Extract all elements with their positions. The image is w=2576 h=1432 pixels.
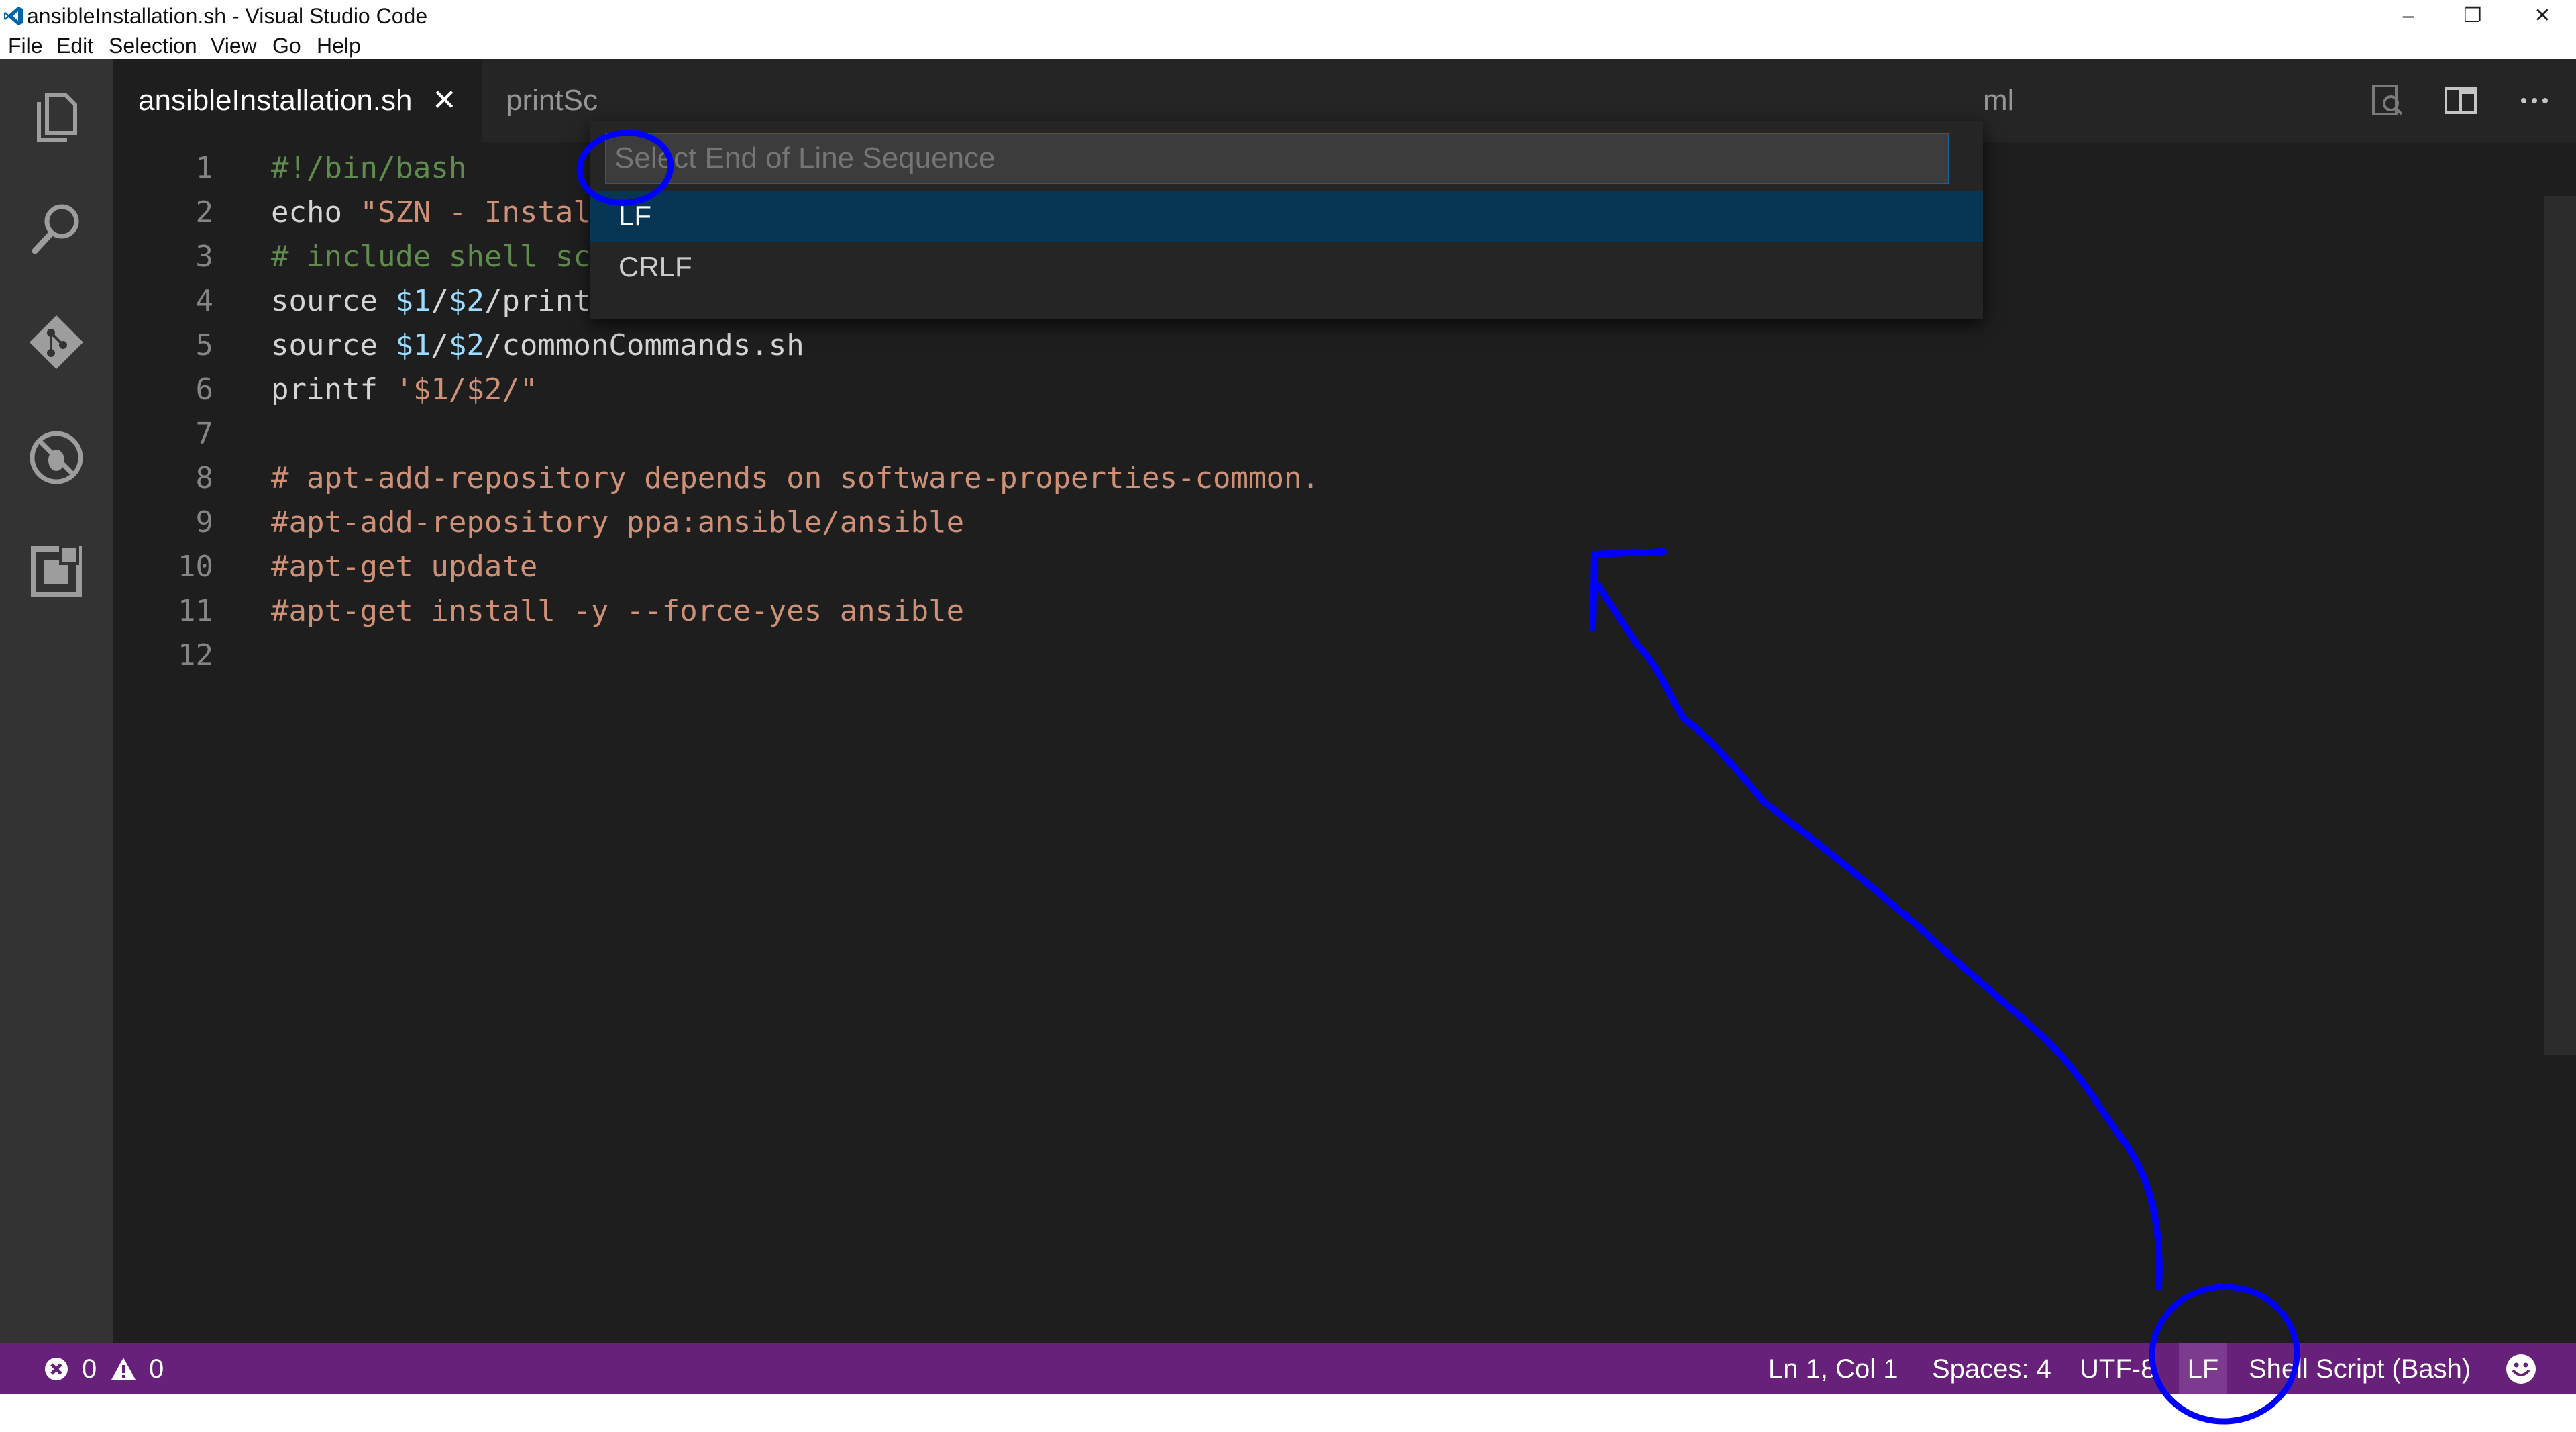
menu-go[interactable]: Go [272, 32, 301, 59]
line-number: 4 [195, 284, 214, 318]
code-line: # include shell sc [271, 235, 591, 279]
line-number: 12 [178, 638, 213, 672]
menu-help[interactable]: Help [317, 32, 361, 59]
bottom-strip [0, 1394, 2576, 1432]
code-line: source $1/$2/commonCommands.sh [271, 323, 804, 368]
window-title: ansibleInstallation.sh - Visual Studio C… [27, 4, 428, 28]
code-token: '$1/$2/" [395, 372, 538, 407]
line-number: 2 [195, 195, 214, 229]
files-icon[interactable] [24, 82, 89, 146]
line-number: 11 [178, 594, 213, 628]
code-token: $1 [395, 328, 431, 362]
code-editor[interactable]: 1 2 3 4 5 6 7 8 9 10 11 12 #!/bin/bash echo "SZN - I… [113, 142, 2576, 1343]
code-line: #apt-get update [271, 545, 537, 589]
code-token: $2 [448, 328, 484, 362]
code-token: #apt-get install -y --force-yes ansible [271, 594, 965, 628]
open-changes-icon[interactable] [2367, 81, 2407, 121]
code-token: echo [271, 195, 360, 229]
tab-label: printSc [506, 84, 598, 117]
line-number: 8 [195, 461, 214, 495]
code-line: #!/bin/bash [271, 146, 466, 191]
title-bar: ansibleInstallation.sh - Visual Studio C… [0, 0, 2576, 32]
tab-yml[interactable]: ml [1983, 59, 2191, 142]
warning-icon [111, 1358, 136, 1380]
vscode-logo-icon [4, 7, 23, 25]
code-token: #!/bin/bash [271, 151, 467, 185]
quick-pick-input[interactable] [605, 133, 1949, 184]
quick-pick-item-label: LF [619, 200, 652, 232]
language-mode[interactable]: Shell Script (Bash) [2249, 1343, 2471, 1394]
more-actions-icon[interactable] [2514, 81, 2555, 121]
restore-button[interactable]: ❐ [2439, 0, 2506, 32]
close-window-button[interactable]: ✕ [2509, 0, 2576, 32]
quick-pick-item-lf[interactable]: LF [590, 191, 1983, 242]
code-token: #apt-add-repository ppa:ansible/ansible [271, 505, 965, 540]
code-token: #apt-get update [271, 550, 538, 584]
error-count: 0 [82, 1354, 97, 1384]
split-editor-icon[interactable] [2440, 81, 2481, 121]
end-of-line[interactable]: LF [2179, 1343, 2227, 1394]
indentation[interactable]: Spaces: 4 [1932, 1343, 2051, 1394]
line-number: 10 [178, 550, 213, 584]
code-line: #apt-add-repository ppa:ansible/ansible [271, 501, 964, 545]
error-icon [45, 1358, 68, 1380]
problems-indicator[interactable]: 0 0 [43, 1343, 177, 1394]
smiley-icon[interactable] [2505, 1353, 2537, 1385]
status-bar: 0 0 Ln 1, Col 1 Spaces: 4 UTF-8 LF Shell… [0, 1343, 2576, 1394]
extensions-icon[interactable] [24, 540, 89, 604]
tab-label: ml [1983, 84, 2015, 117]
code-token: source [271, 284, 396, 318]
code-line: echo "SZN - Instal [271, 191, 591, 235]
close-tab-icon[interactable]: ✕ [432, 59, 457, 142]
line-number: 5 [195, 328, 214, 362]
code-token: /commonCommands.sh [484, 328, 804, 362]
code-token: "SZN - Instal [360, 195, 591, 229]
encoding[interactable]: UTF-8 [2080, 1343, 2155, 1394]
minimize-button[interactable]: – [2375, 0, 2442, 32]
code-line: # apt-add-repository depends on software… [271, 456, 1320, 501]
tab-label: ansibleInstallation.sh [138, 84, 413, 117]
line-number: 6 [195, 372, 214, 407]
line-number: 7 [195, 417, 214, 451]
debug-icon[interactable] [24, 425, 89, 490]
code-token: # include shell sc [271, 240, 591, 274]
activity-bar [0, 59, 113, 1343]
quick-pick-item-crlf[interactable]: CRLF [590, 242, 1983, 293]
menu-view[interactable]: View [211, 32, 257, 59]
search-icon[interactable] [24, 196, 89, 260]
menu-bar: File Edit Selection View Go Help [0, 32, 2576, 59]
code-line: #apt-get install -y --force-yes ansible [271, 589, 964, 633]
code-token: / [431, 328, 449, 362]
line-number: 1 [195, 151, 214, 185]
cursor-position[interactable]: Ln 1, Col 1 [1768, 1343, 1898, 1394]
warning-count: 0 [149, 1354, 164, 1384]
menu-file[interactable]: File [8, 32, 43, 59]
code-token: / [431, 284, 449, 318]
line-number: 3 [195, 240, 214, 274]
code-line: printf '$1/$2/" [271, 368, 537, 412]
code-token: source [271, 328, 396, 362]
tab-ansibleInstallation[interactable]: ansibleInstallation.sh ✕ [113, 59, 482, 142]
workbench: ansibleInstallation.sh ✕ printSc ml 1234… [0, 59, 2576, 1343]
menu-edit[interactable]: Edit [56, 32, 93, 59]
line-number: 9 [195, 505, 214, 540]
editor-scrollbar[interactable] [2544, 196, 2576, 1055]
quick-pick-widget: LF CRLF [590, 121, 1983, 319]
code-token: printf [271, 372, 396, 407]
quick-pick-item-label: CRLF [619, 251, 692, 283]
code-token: # apt-add-repository depends on software… [271, 461, 1320, 495]
git-icon[interactable] [24, 310, 89, 374]
menu-selection[interactable]: Selection [109, 32, 197, 59]
code-token: $1 [395, 284, 431, 318]
code-token: $2 [448, 284, 484, 318]
